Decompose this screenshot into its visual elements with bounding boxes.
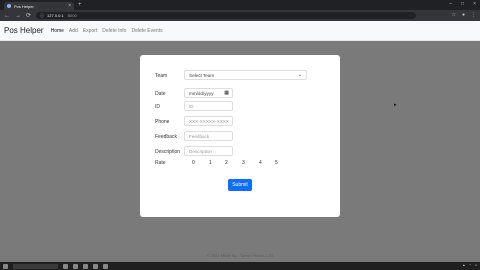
rate-option-5[interactable]: 5 <box>275 160 278 166</box>
start-icon[interactable] <box>3 263 8 269</box>
phone-placeholder: XXX-XXXXX-XXXX <box>189 118 229 124</box>
nav-link-delete-events[interactable]: Delete Events <box>131 28 162 34</box>
bookmark-star-icon[interactable]: ☆ <box>451 12 455 18</box>
browser-tab[interactable]: Pos Helper × <box>4 2 74 10</box>
id-placeholder: ID <box>189 103 194 109</box>
profile-icon[interactable]: ● <box>462 12 465 18</box>
taskbar-app-icon[interactable] <box>93 263 98 269</box>
reload-icon[interactable]: ⟳ <box>26 12 31 19</box>
phone-label: Phone <box>155 119 170 125</box>
navbar-brand[interactable]: Pos Helper <box>4 26 44 35</box>
rate-label: Rate <box>155 160 166 166</box>
network-icon[interactable]: ◔ <box>469 263 471 267</box>
mouse-cursor-icon: ▸ <box>394 102 397 108</box>
rate-option-0[interactable]: 0 <box>192 160 195 166</box>
tab-title: Pos Helper <box>14 3 34 9</box>
nav-link-delete-info[interactable]: Delete Info <box>102 28 126 34</box>
os-taskbar: ▴ ◔ ◖ <box>0 262 480 270</box>
tab-close-icon[interactable]: × <box>68 3 71 9</box>
url-host: 127.0.0.1 <box>47 13 64 18</box>
close-window-icon[interactable]: × <box>473 1 476 7</box>
toolbar-right: ☆ ● ⋮ <box>451 12 476 18</box>
menu-icon[interactable]: ⋮ <box>471 12 476 18</box>
back-icon[interactable]: ← <box>4 13 10 19</box>
rate-option-4[interactable]: 4 <box>259 160 262 166</box>
nav-link-home[interactable]: Home <box>51 28 64 34</box>
date-input[interactable]: mm/dd/yyyy ▦ <box>184 88 233 98</box>
chevron-down-icon: ⌄ <box>297 72 302 78</box>
taskbar-app-icon[interactable] <box>73 263 78 269</box>
team-select-value: Select Team <box>189 72 215 78</box>
browser-tab-strip: Pos Helper × + – □ × <box>0 0 480 10</box>
taskbar-app-icon[interactable] <box>103 263 108 269</box>
maximize-icon[interactable]: □ <box>461 1 464 7</box>
team-label: Team <box>155 73 168 79</box>
page-footer: © 2021 Made By - Tomer Peretz, LTD <box>206 253 274 258</box>
forward-icon[interactable]: → <box>15 13 21 19</box>
browser-toolbar: ← → ⟳ ⓘ 127.0.0.1:5000 ☆ ● ⋮ <box>0 10 480 21</box>
rate-row: Rate 0 1 2 3 4 5 <box>155 160 325 168</box>
team-select[interactable]: Select Team ⌄ <box>184 70 307 80</box>
id-input[interactable]: ID <box>184 101 233 111</box>
url-port: :5000 <box>66 13 77 18</box>
feedback-input[interactable]: Feedback <box>184 131 233 141</box>
date-input-value: mm/dd/yyyy <box>189 90 214 96</box>
address-bar[interactable]: ⓘ 127.0.0.1:5000 <box>36 12 417 19</box>
nav-link-export[interactable]: Export <box>83 28 97 34</box>
description-label: Description <box>155 149 181 155</box>
feedback-label: Feedback <box>155 134 177 140</box>
taskbar-search-box[interactable] <box>13 263 58 269</box>
new-tab-button[interactable]: + <box>78 2 82 8</box>
submit-button[interactable]: Submit <box>228 179 252 191</box>
calendar-icon[interactable]: ▦ <box>224 90 229 96</box>
id-label: ID <box>155 104 160 110</box>
rate-option-3[interactable]: 3 <box>242 160 245 166</box>
taskbar-app-icon[interactable] <box>63 263 68 269</box>
rate-option-2[interactable]: 2 <box>225 160 228 166</box>
info-icon[interactable]: ⓘ <box>40 13 44 19</box>
form-card: Team Select Team ⌄ Date mm/dd/yyyy ▦ ID … <box>140 55 340 217</box>
tab-favicon-icon <box>7 4 11 8</box>
date-label: Date <box>155 91 166 97</box>
minimize-icon[interactable]: – <box>449 1 452 7</box>
tray-icon[interactable]: ▴ <box>463 263 465 267</box>
nav-link-add[interactable]: Add <box>69 28 78 34</box>
rate-option-1[interactable]: 1 <box>209 160 212 166</box>
app-navbar: Pos Helper Home Add Export Delete Info D… <box>0 21 480 41</box>
description-input[interactable]: Description <box>184 146 233 156</box>
volume-icon[interactable]: ◖ <box>475 263 477 267</box>
window-controls: – □ × <box>449 1 476 7</box>
phone-input[interactable]: XXX-XXXXX-XXXX <box>184 116 233 126</box>
feedback-placeholder: Feedback <box>189 133 210 139</box>
taskbar-app-icon[interactable] <box>83 263 88 269</box>
description-placeholder: Description <box>189 148 212 154</box>
system-tray: ▴ ◔ ◖ <box>463 263 477 267</box>
